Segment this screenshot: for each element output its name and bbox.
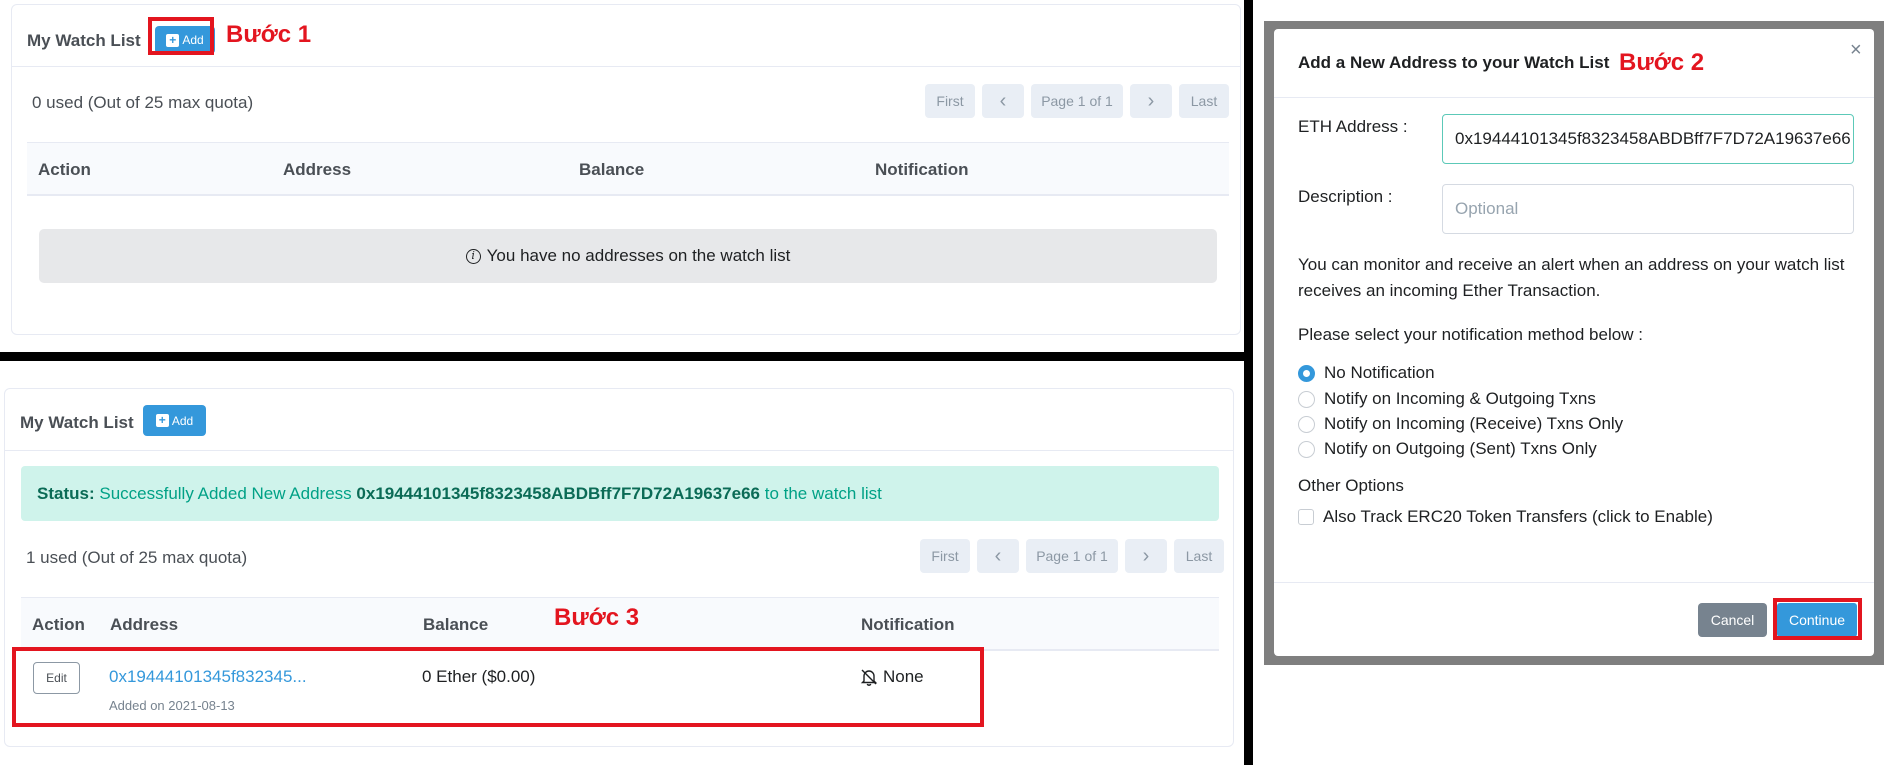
annotation-box-continue — [1773, 598, 1862, 640]
description-label: Description : — [1298, 187, 1393, 206]
column-action: Action — [38, 160, 91, 179]
chevron-right-icon[interactable]: › — [1130, 84, 1172, 118]
pager-page-label: Page 1 of 1 — [1031, 84, 1123, 118]
status-address: 0x19444101345f8323458ABDBff7F7D72A19637e… — [356, 483, 760, 503]
checkbox-label: Also Track ERC20 Token Transfers (click … — [1323, 507, 1713, 526]
chevron-left-icon[interactable]: ‹ — [977, 539, 1019, 573]
column-notification: Notification — [861, 615, 955, 634]
radio-label: No Notification — [1324, 363, 1435, 382]
backdrop-edge-bottom — [1264, 658, 1884, 664]
empty-state-message: i You have no addresses on the watch lis… — [39, 229, 1217, 283]
divider-vertical — [1244, 0, 1253, 765]
pager-last[interactable]: Last — [1179, 84, 1229, 118]
pagination: First ‹ Page 1 of 1 › Last — [920, 539, 1224, 573]
radio-label: Notify on Incoming & Outgoing Txns — [1324, 389, 1596, 408]
chevron-left-icon[interactable]: ‹ — [982, 84, 1024, 118]
info-icon: i — [465, 248, 481, 264]
eth-address-label: ETH Address : — [1298, 117, 1408, 136]
radio-indicator — [1298, 415, 1315, 433]
add-button[interactable]: + Add — [143, 405, 206, 436]
annotation-box-add — [148, 17, 214, 55]
column-address: Address — [283, 160, 352, 179]
annotation-box-row — [12, 647, 984, 727]
add-address-modal: Add a New Address to your Watch List Bướ… — [1274, 29, 1874, 656]
radio-incoming-outgoing[interactable]: Notify on Incoming & Outgoing Txns — [1298, 389, 1596, 409]
eth-address-input[interactable]: 0x19444101345f8323458ABDBff7F7D72A19637e… — [1442, 114, 1854, 164]
column-address: Address — [110, 615, 179, 634]
column-action: Action — [32, 615, 85, 634]
info-text: You can monitor and receive an alert whe… — [1298, 255, 1845, 300]
radio-incoming-only[interactable]: Notify on Incoming (Receive) Txns Only — [1298, 414, 1623, 434]
table-header: Action Address Balance Notification — [27, 142, 1229, 196]
divider-horizontal — [0, 352, 1252, 361]
pager-page-label: Page 1 of 1 — [1026, 539, 1118, 573]
modal-header-divider — [1274, 97, 1874, 98]
status-label: Status: — [37, 483, 95, 503]
modal-title: Add a New Address to your Watch List — [1298, 53, 1610, 72]
step-2-label: Bước 2 — [1619, 49, 1705, 76]
status-suffix: to the watch list — [764, 483, 882, 503]
pager-first[interactable]: First — [925, 84, 975, 118]
empty-message-text: You have no addresses on the watch list — [486, 246, 791, 265]
checkbox-indicator — [1298, 509, 1314, 525]
erc20-checkbox[interactable]: Also Track ERC20 Token Transfers (click … — [1298, 507, 1713, 527]
page-title: My Watch List — [27, 31, 141, 50]
close-icon[interactable]: × — [1850, 39, 1862, 62]
pager-last[interactable]: Last — [1174, 539, 1224, 573]
quota-text: 1 used (Out of 25 max quota) — [26, 548, 248, 567]
description-input[interactable]: Optional — [1442, 184, 1854, 234]
cancel-button[interactable]: Cancel — [1698, 603, 1767, 637]
chevron-right-icon[interactable]: › — [1125, 539, 1167, 573]
select-prompt: Please select your notification method b… — [1298, 325, 1643, 344]
radio-label: Notify on Outgoing (Sent) Txns Only — [1324, 439, 1597, 458]
column-balance: Balance — [423, 615, 489, 634]
status-message: Successfully Added New Address — [99, 483, 352, 503]
page-title: My Watch List — [20, 413, 134, 432]
radio-indicator — [1298, 364, 1315, 382]
radio-indicator — [1298, 440, 1315, 458]
column-notification: Notification — [875, 160, 969, 179]
radio-outgoing-only[interactable]: Notify on Outgoing (Sent) Txns Only — [1298, 439, 1597, 459]
plus-icon: + — [155, 414, 169, 427]
status-alert: Status: Successfully Added New Address 0… — [21, 466, 1219, 521]
column-balance: Balance — [579, 160, 645, 179]
step-3-label: Bước 3 — [554, 604, 640, 631]
radio-no-notification[interactable]: No Notification — [1298, 363, 1435, 383]
radio-indicator — [1298, 390, 1315, 408]
modal-footer-divider — [1274, 582, 1874, 583]
add-button-label: Add — [171, 413, 194, 428]
quota-text: 0 used (Out of 25 max quota) — [32, 93, 254, 112]
radio-label: Notify on Incoming (Receive) Txns Only — [1324, 414, 1624, 433]
pagination: First ‹ Page 1 of 1 › Last — [925, 84, 1229, 118]
other-options-label: Other Options — [1298, 476, 1404, 495]
pager-first[interactable]: First — [920, 539, 970, 573]
step-1-label: Bước 1 — [226, 21, 312, 48]
